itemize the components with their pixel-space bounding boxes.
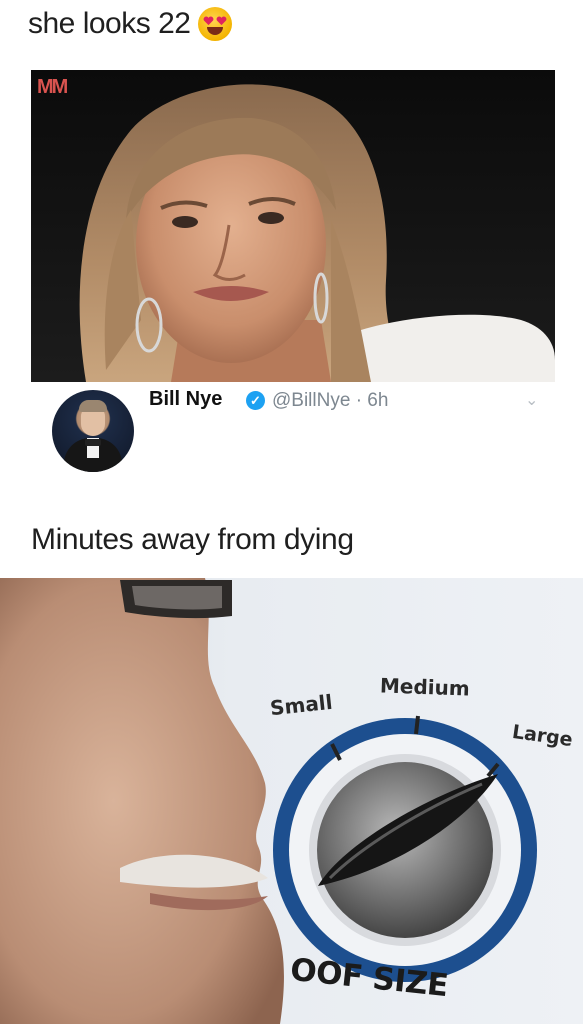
oof-size-meme-panel: Small Medium Large OOF SIZE <box>0 578 583 1024</box>
tweet-text: Minutes away from dying <box>31 523 354 556</box>
top-caption: she looks 22 <box>28 4 233 44</box>
chevron-down-icon[interactable]: ⌄ <box>525 390 538 410</box>
photo-watermark: MM <box>37 76 68 98</box>
avatar[interactable] <box>52 390 134 472</box>
top-caption-text: she looks 22 <box>28 7 191 40</box>
portrait-photo: MM <box>31 70 555 382</box>
tweet-handle-time[interactable]: @BillNye · 6h <box>272 390 388 412</box>
tweet-author-name[interactable]: Bill Nye <box>149 388 222 411</box>
heart-eyes-emoji-icon <box>198 7 233 41</box>
tweet-header: Bill Nye ✓ @BillNye · 6h ⌄ <box>0 382 583 492</box>
dial-label-medium: Medium <box>379 673 471 701</box>
portrait-illustration <box>79 84 555 382</box>
verified-badge-icon: ✓ <box>246 391 265 410</box>
